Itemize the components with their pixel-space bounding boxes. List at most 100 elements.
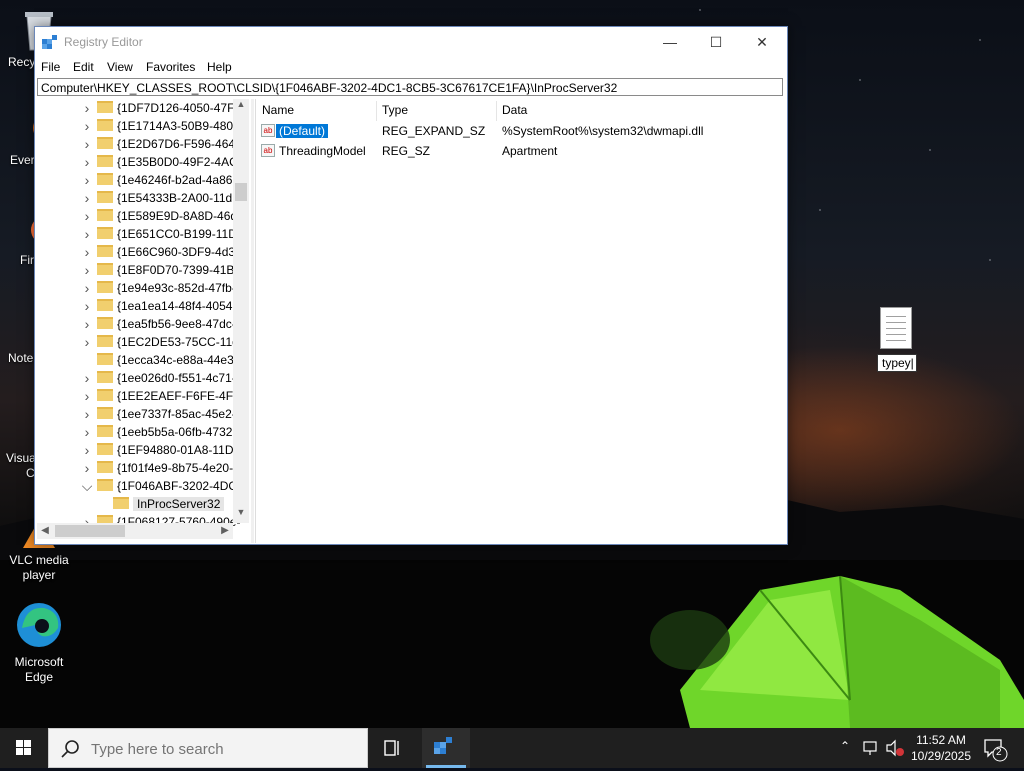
tree-item[interactable]: › {1ee026d0-f551-4c71- [37, 369, 237, 387]
chevron-right-icon[interactable]: › [81, 119, 93, 133]
tree-item-label: {1E651CC0-B199-11D0 [117, 227, 244, 241]
tree-vertical-scrollbar[interactable]: ▲ ▼ [233, 99, 249, 523]
tree-item[interactable]: › {1E8F0D70-7399-41BF- [37, 261, 246, 279]
start-button[interactable] [0, 728, 48, 768]
address-bar[interactable]: Computer\HKEY_CLASSES_ROOT\CLSID\{1F046A… [37, 78, 783, 96]
menu-file[interactable]: File [41, 60, 60, 74]
menu-view[interactable]: View [107, 60, 133, 74]
tree-item[interactable]: › {1EC2DE53-75CC-11d2 [37, 333, 246, 351]
tree-item[interactable]: › {1E1714A3-50B9-480b [37, 117, 240, 135]
folder-icon [97, 443, 113, 455]
chevron-right-icon[interactable]: › [81, 281, 93, 295]
chevron-right-icon[interactable]: › [81, 407, 93, 421]
tree-item[interactable]: › {1E35B0D0-49F2-4ACE [37, 153, 246, 171]
scroll-left-arrow-icon[interactable]: ◀ [37, 523, 53, 539]
title-bar[interactable]: Registry Editor — ☐ ✕ [35, 27, 787, 57]
tree-item-label: {1ea1ea14-48f4-4054-a [117, 299, 244, 313]
tree-item[interactable]: › {1E66C960-3DF9-4d3a [37, 243, 242, 261]
taskbar-search-box[interactable] [48, 728, 368, 768]
column-divider[interactable] [496, 101, 497, 121]
chevron-right-icon[interactable]: › [81, 245, 93, 259]
menu-help[interactable]: Help [207, 60, 232, 74]
minimize-button[interactable]: — [647, 27, 693, 57]
network-button[interactable] [860, 728, 882, 768]
chevron-right-icon[interactable]: › [81, 173, 93, 187]
desktop-icon-microsoft-edge[interactable]: Microsoft Edge [2, 598, 76, 685]
chevron-right-icon[interactable]: › [81, 335, 93, 349]
chevron-right-icon[interactable]: › [81, 101, 93, 115]
tree-item[interactable]: › {1ea5fb56-9ee8-47dc- [37, 315, 237, 333]
tree-item[interactable]: › {1e46246f-b2ad-4a86- [37, 171, 237, 189]
taskbar-registry-editor-button[interactable] [422, 728, 470, 768]
desktop-icon-label: VLC media [9, 553, 69, 567]
tree-item[interactable]: ⌵ {1F046ABF-3202-4DC1 [37, 477, 244, 495]
search-input[interactable] [89, 739, 363, 759]
tree-item[interactable]: › {1eeb5b5a-06fb-4732- [37, 423, 237, 441]
chevron-right-icon[interactable]: › [81, 425, 93, 439]
scroll-down-arrow-icon[interactable]: ▼ [233, 507, 249, 517]
tree-item-label: {1f01f4e9-8b75-4e20-8 [117, 461, 240, 475]
tree-item-label: {1E589E9D-8A8D-46d9 [117, 209, 244, 223]
tree-item[interactable]: › {1EE2EAEF-F6FE-4F5B- [37, 387, 249, 405]
tree-item-label: {1DF7D126-4050-47F0 [117, 101, 242, 115]
chevron-right-icon[interactable]: › [81, 461, 93, 475]
values-list[interactable]: Name Type Data ab (Default) REG_EXPAND_S… [255, 99, 786, 543]
value-row[interactable]: ab ThreadingModel REG_SZ Apartment [256, 141, 786, 161]
volume-button[interactable] [884, 728, 906, 768]
clock-button[interactable]: 11:52 AM 10/29/2025 [906, 732, 976, 764]
chevron-right-icon[interactable]: › [81, 317, 93, 331]
tree-item-label: {1E54333B-2A00-11d1 [117, 191, 239, 205]
chevron-right-icon[interactable]: › [81, 191, 93, 205]
chevron-right-icon[interactable]: › [81, 137, 93, 151]
notifications-button[interactable]: 2 [980, 728, 1010, 768]
close-button[interactable]: ✕ [739, 27, 785, 57]
tree-item-label: {1ecca34c-e88a-44e3- [117, 353, 238, 367]
tree-item[interactable]: › {1E651CC0-B199-11D0 [37, 225, 244, 243]
chevron-right-icon[interactable]: › [81, 371, 93, 385]
task-view-button[interactable] [368, 728, 416, 768]
notification-count-badge: 2 [996, 747, 1002, 758]
tree-item[interactable]: › {1ea1ea14-48f4-4054-a [37, 297, 243, 315]
show-hidden-icons-button[interactable]: ⌃ [836, 728, 856, 768]
registry-editor-window[interactable]: Registry Editor — ☐ ✕ File Edit View Fav… [34, 26, 788, 545]
tree-item[interactable]: › {1ee7337f-85ac-45e2-a [37, 405, 242, 423]
scrollbar-thumb[interactable] [55, 525, 125, 537]
chevron-right-icon[interactable]: › [81, 263, 93, 277]
tree-item[interactable]: › {1EF94880-01A8-11D2 [37, 441, 240, 459]
menu-bar: File Edit View Favorites Help [35, 57, 787, 77]
tree-item[interactable]: › {1DF7D126-4050-47F0 [37, 99, 241, 117]
menu-edit[interactable]: Edit [73, 60, 94, 74]
folder-icon [97, 191, 113, 203]
column-header-name[interactable]: Name [262, 103, 294, 117]
chevron-right-icon[interactable]: › [81, 389, 93, 403]
chevron-right-icon[interactable]: › [81, 155, 93, 169]
value-data: Apartment [502, 144, 558, 158]
tree-item[interactable]: › {1e94e93c-852d-47fb- [37, 279, 237, 297]
column-divider[interactable] [376, 101, 377, 121]
chevron-right-icon[interactable]: › [81, 299, 93, 313]
chevron-right-icon[interactable]: › [81, 443, 93, 457]
folder-icon [97, 137, 113, 149]
tree-item[interactable]: {1ecca34c-e88a-44e3- [37, 351, 238, 369]
tree-horizontal-scrollbar[interactable]: ◀ ▶ [37, 523, 233, 539]
scroll-right-arrow-icon[interactable]: ▶ [217, 523, 233, 539]
scrollbar-thumb[interactable] [235, 183, 247, 201]
scroll-up-arrow-icon[interactable]: ▲ [233, 99, 249, 109]
chevron-right-icon[interactable]: › [81, 227, 93, 241]
menu-favorites[interactable]: Favorites [146, 60, 195, 74]
file-rename-input[interactable] [877, 354, 917, 372]
tree-item[interactable]: › {1E2D67D6-F596-4640 [37, 135, 242, 153]
value-row[interactable]: ab (Default) REG_EXPAND_SZ %SystemRoot%\… [256, 121, 786, 141]
tree-item[interactable]: › {1E54333B-2A00-11d1 [37, 189, 239, 207]
key-tree[interactable]: › {1DF7D126-4050-47F0 › {1E1714A3-50B9-480b… [37, 99, 249, 543]
pane-splitter[interactable] [251, 99, 254, 543]
tree-item[interactable]: › {1f01f4e9-8b75-4e20-8 [37, 459, 240, 477]
tree-item-child[interactable]: InProcServer32 [37, 495, 237, 513]
chevron-right-icon[interactable]: › [81, 209, 93, 223]
chevron-down-icon[interactable]: ⌵ [81, 479, 93, 493]
tree-item[interactable]: › {1E589E9D-8A8D-46d9 [37, 207, 244, 225]
value-data: %SystemRoot%\system32\dwmapi.dll [502, 124, 704, 138]
maximize-button[interactable]: ☐ [693, 27, 739, 57]
column-header-data[interactable]: Data [502, 103, 527, 117]
column-header-type[interactable]: Type [382, 103, 408, 117]
